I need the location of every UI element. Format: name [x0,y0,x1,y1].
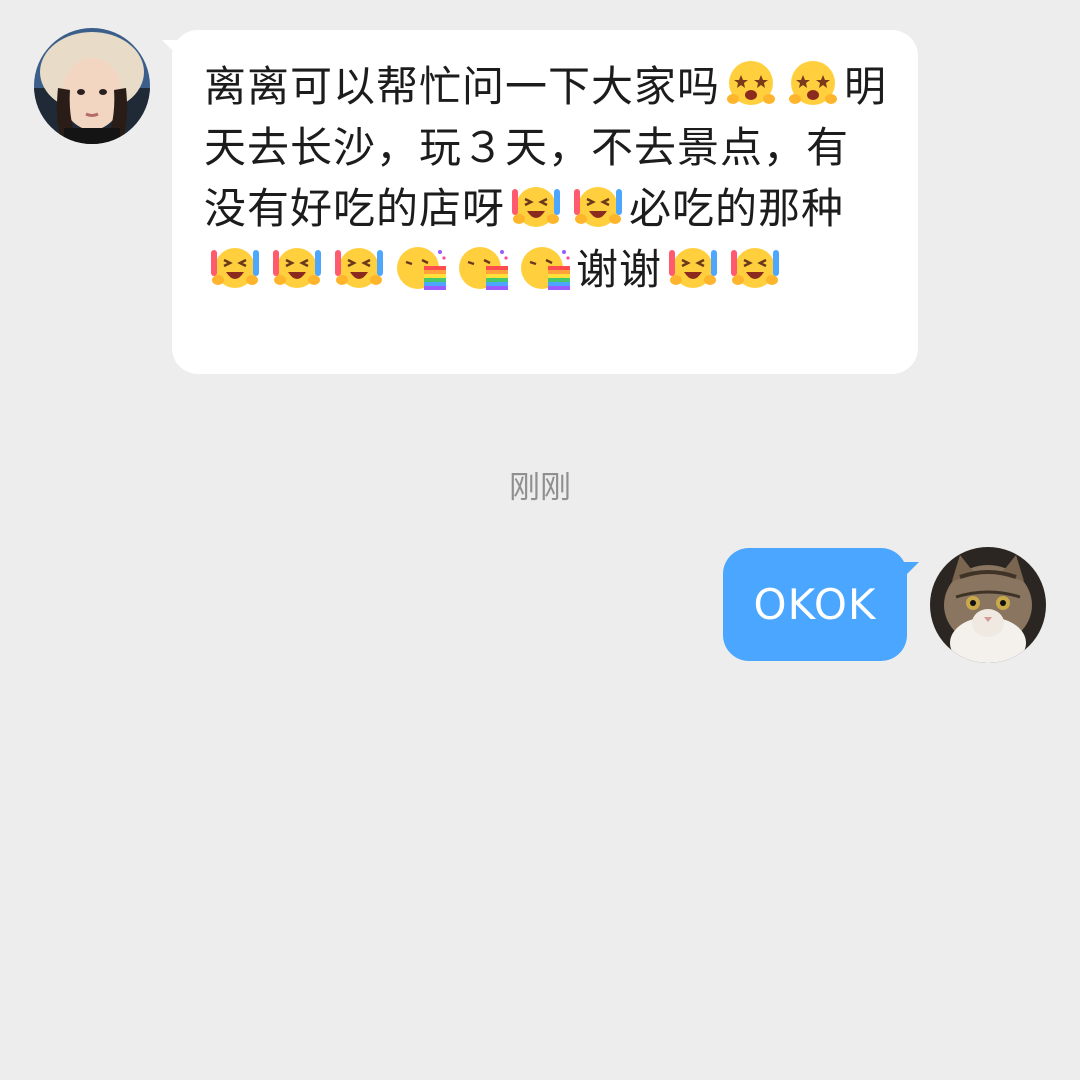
my-avatar[interactable] [930,547,1046,663]
cheering-emoji [728,240,782,294]
cheering-emoji [270,240,324,294]
incoming-message-text: 离离可以帮忙问一下大家吗 明天去长沙，玩３天，不去景点，有没有好吃的店呀 必吃的那种… [204,56,888,300]
rainbow-puke-emoji [456,240,510,294]
message-text-segment: 谢谢 [576,245,663,294]
starry-eyed-emoji [724,57,778,111]
cheering-emoji [666,240,720,294]
cheering-emoji [208,240,262,294]
cheering-emoji [571,179,625,233]
outgoing-message-text: OKOK [753,580,877,629]
rainbow-puke-emoji [518,240,572,294]
girl-in-fur-hat-avatar [34,28,150,144]
starry-eyed-emoji [786,57,840,111]
contact-avatar[interactable] [34,28,150,144]
message-timestamp: 刚刚 [509,470,571,506]
incoming-message-bubble[interactable]: 离离可以帮忙问一下大家吗 明天去长沙，玩３天，不去景点，有没有好吃的店呀 必吃的那种… [162,30,918,374]
cheering-emoji [509,179,563,233]
outgoing-message-bubble[interactable]: OKOK [723,548,919,661]
cheering-emoji [332,240,386,294]
tabby-cat-avatar [930,547,1046,663]
rainbow-puke-emoji [394,240,448,294]
message-text-segment: 必吃的那种 [629,184,845,233]
message-text-segment: 离离可以帮忙问一下大家吗 [204,62,721,111]
